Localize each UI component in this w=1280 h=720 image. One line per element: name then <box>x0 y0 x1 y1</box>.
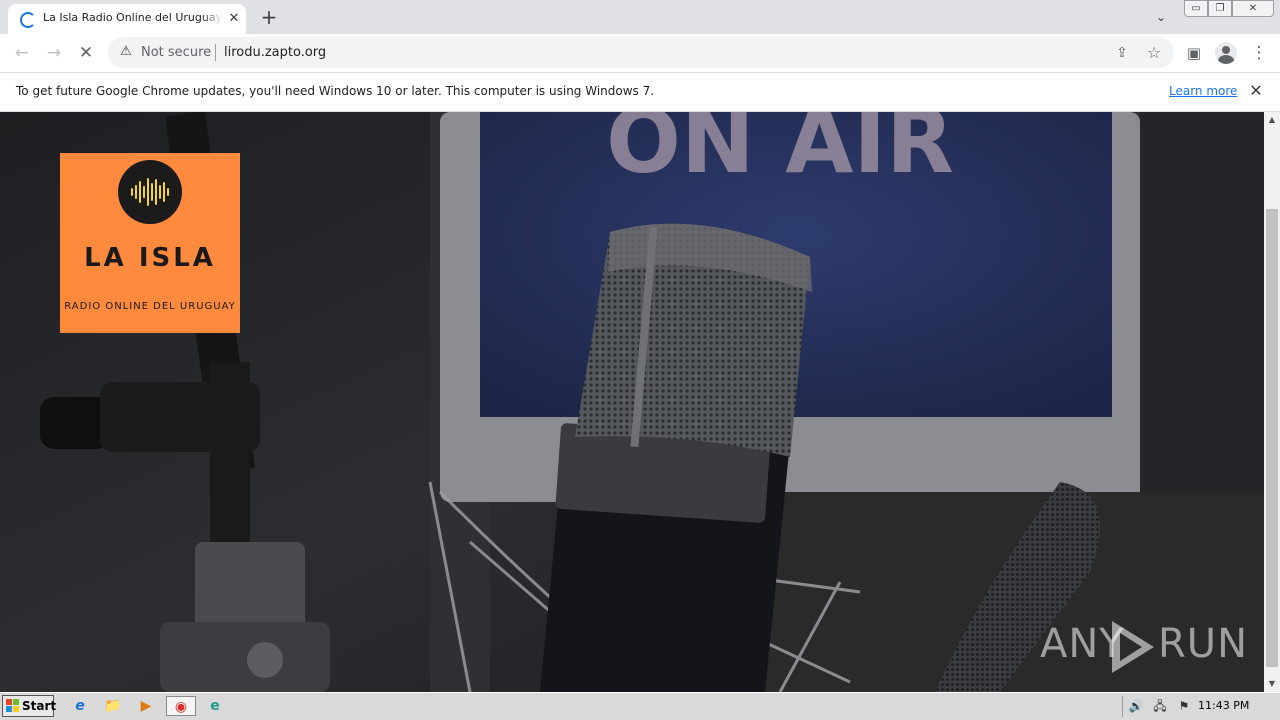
share-icon[interactable]: ⇪ <box>1112 43 1132 63</box>
media-player-icon[interactable]: ▶ <box>135 696 157 716</box>
forward-arrow-icon[interactable]: → <box>43 42 65 64</box>
infobar-message: To get future Google Chrome updates, you… <box>16 84 655 98</box>
windows-taskbar: Start e 📁 ▶ ◉ e 🔊 🖧 ⚑ 11:43 PM <box>0 692 1280 720</box>
tab-strip: La Isla Radio Online del Uruguay - Lil ✕… <box>0 0 1280 34</box>
system-clock[interactable]: 11:43 PM <box>1198 699 1249 712</box>
logo-title: LA ISLA <box>84 243 216 273</box>
url-text[interactable]: lirodu.zapto.org <box>224 45 326 60</box>
on-air-sign: ON AIR <box>606 112 954 193</box>
window-minimize-button[interactable]: ▭ <box>1184 0 1208 17</box>
page-viewport: ON AIR LA ISLA RADIO ONLINE DEL URUGUAY … <box>0 112 1264 692</box>
infobar-close-icon[interactable]: ✕ <box>1246 81 1266 101</box>
anyrun-watermark: ANY RUN <box>1040 617 1247 677</box>
logo-subtitle: RADIO ONLINE DEL URUGUAY <box>64 301 236 312</box>
edge-icon[interactable]: e <box>204 696 226 716</box>
start-label: Start <box>22 699 57 713</box>
sound-wave-icon <box>118 160 182 224</box>
chrome-menu-icon[interactable]: ⋮ <box>1248 42 1270 64</box>
learn-more-link[interactable]: Learn more <box>1169 84 1237 98</box>
volume-icon[interactable]: 🔊 <box>1127 697 1145 715</box>
browser-toolbar: ← → ✕ ⚠ Not secure lirodu.zapto.org ⇪ ☆ … <box>0 34 1280 72</box>
start-button[interactable]: Start <box>2 695 57 717</box>
profile-avatar-icon[interactable] <box>1215 42 1237 64</box>
file-explorer-icon[interactable]: 📁 <box>102 696 124 716</box>
scroll-thumb[interactable] <box>1266 209 1278 667</box>
omnibox-separator <box>215 44 216 61</box>
new-tab-button[interactable]: + <box>258 6 280 28</box>
stop-loading-icon[interactable]: ✕ <box>75 42 97 64</box>
warning-triangle-icon[interactable]: ⚠ <box>118 44 134 60</box>
update-infobar: To get future Google Chrome updates, you… <box>0 72 1280 112</box>
action-center-flag-icon[interactable]: ⚑ <box>1175 697 1193 715</box>
scroll-down-arrow-icon[interactable]: ▼ <box>1264 676 1280 692</box>
security-indicator[interactable]: Not secure <box>141 45 211 60</box>
window-close-button[interactable]: ✕ <box>1232 0 1274 17</box>
la-isla-logo[interactable]: LA ISLA RADIO ONLINE DEL URUGUAY <box>60 153 240 333</box>
watermark-play-icon <box>1112 621 1154 673</box>
page-scrollbar[interactable]: ▲ ▼ <box>1264 112 1280 692</box>
tab-active[interactable]: La Isla Radio Online del Uruguay - Lil ✕ <box>8 4 246 34</box>
side-panel-icon[interactable]: ▣ <box>1183 42 1205 64</box>
tab-title: La Isla Radio Online del Uruguay - Lil <box>43 11 223 24</box>
tab-close-icon[interactable]: ✕ <box>226 11 242 27</box>
bookmark-star-icon[interactable]: ☆ <box>1144 43 1164 63</box>
scroll-up-arrow-icon[interactable]: ▲ <box>1264 112 1280 128</box>
window-restore-button[interactable]: ❐ <box>1208 0 1232 17</box>
chrome-icon[interactable]: ◉ <box>166 696 196 716</box>
internet-explorer-icon[interactable]: e <box>69 696 91 716</box>
address-bar[interactable]: ⚠ Not secure lirodu.zapto.org ⇪ ☆ <box>108 37 1174 68</box>
back-arrow-icon[interactable]: ← <box>11 42 33 64</box>
loading-spinner-icon <box>20 12 36 28</box>
tab-search-chevron-icon[interactable]: ⌄ <box>1151 7 1171 27</box>
windows-logo-icon <box>6 699 19 712</box>
tray-separator <box>1122 696 1123 717</box>
watermark-right-text: RUN <box>1158 621 1248 667</box>
network-icon[interactable]: 🖧 <box>1151 697 1169 715</box>
